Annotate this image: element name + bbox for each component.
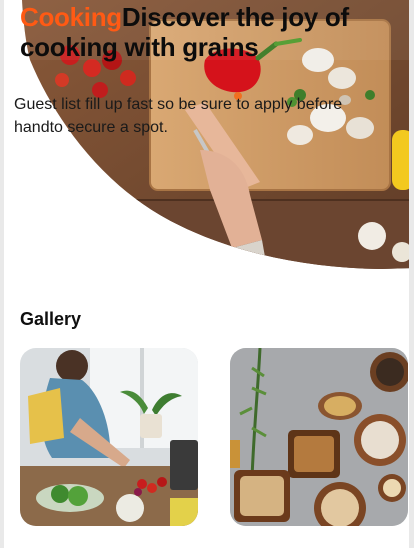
hero-title-accent: Cooking [20,2,122,32]
hero-section: CookingDiscover the joy of cooking with … [0,0,414,285]
gallery-image-grains-spices[interactable] [230,348,408,526]
left-edge [0,0,4,548]
right-edge [409,0,414,548]
gallery-heading: Gallery [20,309,82,329]
hero-title: CookingDiscover the joy of cooking with … [20,2,380,62]
gallery-image-woman-cooking[interactable] [20,348,198,526]
page: CookingDiscover the joy of cooking with … [0,0,414,548]
hero-description: Guest list fill up fast so be sure to ap… [14,96,343,136]
